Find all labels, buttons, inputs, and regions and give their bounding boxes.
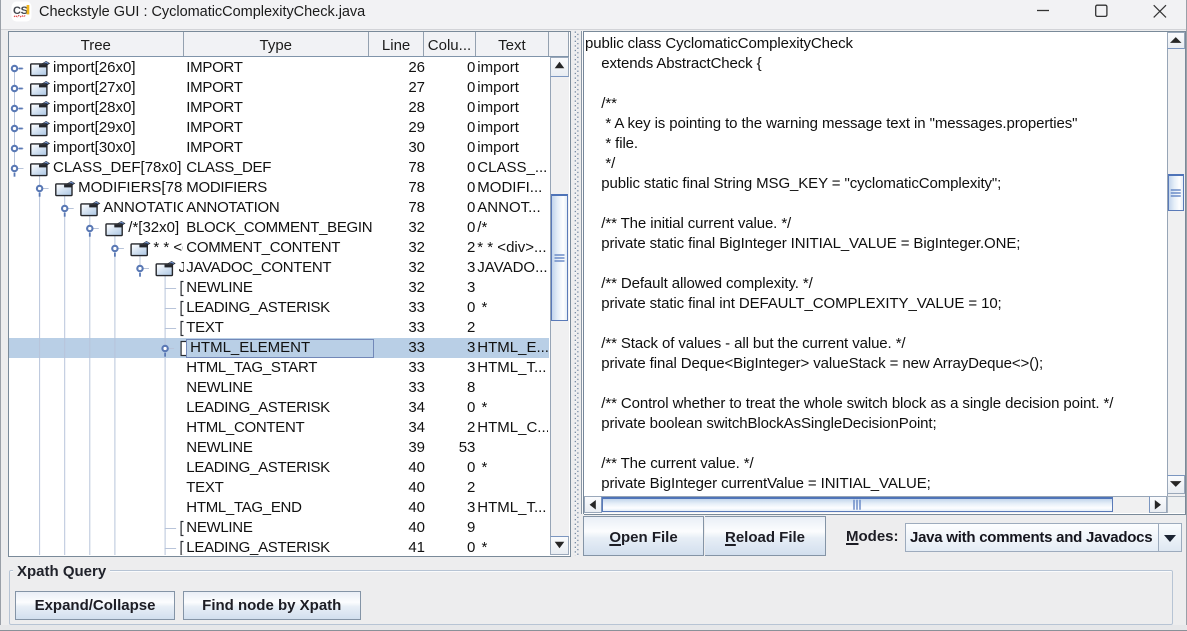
svg-text:CS: CS xyxy=(13,5,28,17)
